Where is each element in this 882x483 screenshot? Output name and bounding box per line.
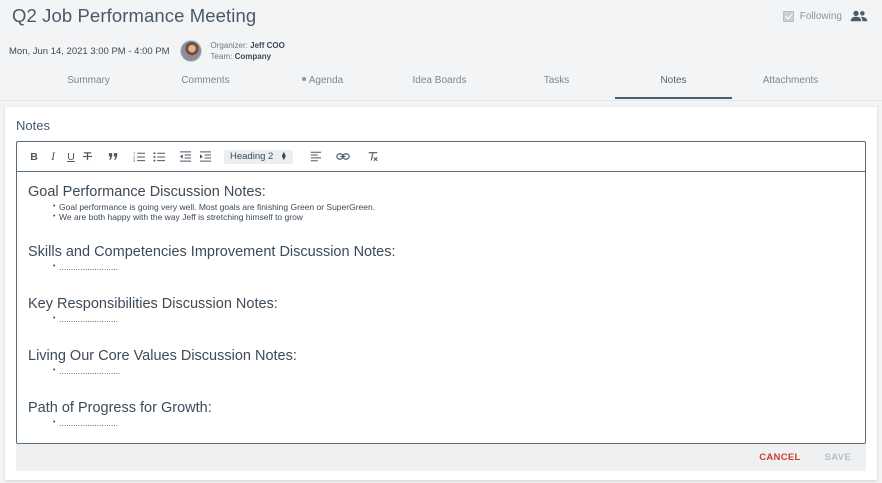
list-item: ......................... [53, 314, 858, 324]
tab-agenda-label: Agenda [308, 75, 344, 86]
link-button[interactable] [335, 149, 351, 165]
indent-button[interactable] [198, 149, 212, 165]
link-icon [336, 153, 350, 160]
meeting-meta: Mon, Jun 14, 2021 3:00 PM - 4:00 PM Orga… [9, 40, 285, 62]
bullet-list: .......................... [28, 366, 858, 376]
agenda-dot-icon [301, 77, 306, 81]
notes-section-skills: Skills and Competencies Improvement Disc… [28, 242, 858, 272]
strikethrough-button[interactable] [81, 149, 93, 165]
tab-notes[interactable]: Notes [615, 70, 732, 99]
align-left-button[interactable] [309, 149, 323, 165]
editor-content[interactable]: Goal Performance Discussion Notes: Goal … [28, 182, 858, 428]
italic-button[interactable]: I [47, 149, 59, 165]
select-arrows-icon: ▲ ▼ [280, 150, 288, 162]
list-item: Goal performance is going very well. Mos… [53, 202, 858, 212]
page-title: Q2 Job Performance Meeting [12, 5, 257, 26]
section-heading: Key Responsibilities Discussion Notes: [28, 296, 278, 312]
section-heading: Path of Progress for Growth: [28, 400, 212, 416]
notes-section-goal: Goal Performance Discussion Notes: Goal … [28, 182, 858, 222]
tab-notes-label: Notes [660, 75, 687, 86]
organizer-name: Jeff COO [250, 41, 285, 50]
bullet-list: Goal performance is going very well. Mos… [28, 202, 858, 222]
ordered-list-button[interactable]: 123 [132, 149, 146, 165]
quote-icon [108, 153, 118, 160]
notes-section-core-values: Living Our Core Values Discussion Notes:… [28, 346, 858, 376]
notes-section-responsibilities: Key Responsibilities Discussion Notes: .… [28, 294, 858, 324]
outdent-icon [179, 151, 191, 162]
tab-comments-label: Comments [181, 75, 230, 86]
organizer-label: Organizer: [210, 41, 248, 50]
bullet-list: ......................... [28, 314, 858, 324]
tab-idea-boards-label: Idea Boards [412, 75, 467, 86]
heading-select-value: Heading 2 [230, 151, 274, 162]
tab-attachments[interactable]: Attachments [732, 70, 849, 99]
editor-footer: CANCEL SAVE [16, 444, 866, 471]
following-label: Following [799, 10, 842, 22]
blockquote-button[interactable] [107, 149, 119, 165]
team-label: Team: [210, 52, 233, 61]
cancel-button[interactable]: CANCEL [759, 452, 800, 463]
align-left-icon [311, 151, 322, 162]
meeting-header: Q2 Job Performance Meeting Following Mon… [0, 0, 882, 100]
heading-select[interactable]: Heading 2 ▲ ▼ [224, 149, 294, 164]
bullet-list: ......................... [28, 418, 858, 428]
tab-idea-boards[interactable]: Idea Boards [381, 70, 498, 99]
section-heading: Skills and Competencies Improvement Disc… [28, 244, 396, 260]
list-item: ......................... [53, 262, 858, 272]
meeting-datetime: Mon, Jun 14, 2021 3:00 PM - 4:00 PM [9, 45, 170, 57]
bullet-list-button[interactable] [152, 149, 166, 165]
tab-comments[interactable]: Comments [147, 70, 264, 99]
bold-button[interactable]: B [28, 149, 40, 165]
list-item: .......................... [53, 366, 858, 376]
tab-agenda[interactable]: Agenda [264, 70, 381, 99]
clear-format-icon [368, 152, 378, 162]
organizer-avatar[interactable] [179, 40, 202, 62]
outdent-button[interactable] [178, 149, 192, 165]
meeting-page: Q2 Job Performance Meeting Following Mon… [0, 0, 882, 483]
list-item: ......................... [53, 418, 858, 428]
rich-text-editor[interactable]: B I U 123 Heading 2 ▲ ▼ Goal Performance… [16, 141, 866, 444]
tab-tasks-label: Tasks [543, 75, 570, 86]
notes-title: Notes [16, 118, 50, 133]
list-item: We are both happy with the way Jeff is s… [53, 212, 858, 222]
editor-toolbar: B I U 123 Heading 2 ▲ ▼ [17, 142, 865, 172]
tab-summary[interactable]: Summary [30, 70, 147, 99]
strikethrough-icon [82, 152, 92, 161]
organizer-info: Organizer: Jeff COO Team: Company [211, 40, 285, 62]
underline-button[interactable]: U [65, 149, 77, 165]
following-toggle[interactable]: Following [782, 10, 868, 22]
notes-card: Notes B I U 123 Heading 2 ▲ ▼ Goal Perfo… [5, 107, 877, 480]
section-heading: Goal Performance Discussion Notes: [28, 184, 266, 200]
indent-icon [199, 151, 211, 162]
people-icon [850, 10, 868, 22]
tab-tasks[interactable]: Tasks [498, 70, 615, 99]
section-heading: Living Our Core Values Discussion Notes: [28, 348, 297, 364]
ordered-list-icon: 123 [133, 152, 145, 162]
team-name: Company [234, 52, 272, 61]
meeting-tabs: Summary Comments Agenda Idea Boards Task… [30, 70, 850, 99]
header-divider [0, 100, 882, 101]
svg-text:3: 3 [133, 159, 135, 162]
following-checkbox[interactable] [782, 10, 794, 22]
notes-section-growth: Path of Progress for Growth: ...........… [28, 398, 858, 428]
tab-attachments-label: Attachments [762, 75, 819, 86]
tab-summary-label: Summary [67, 75, 110, 86]
save-button[interactable]: SAVE [825, 452, 851, 463]
clear-format-button[interactable] [366, 149, 380, 165]
bullet-list: ......................... [28, 262, 858, 272]
bullet-list-icon [152, 152, 165, 162]
